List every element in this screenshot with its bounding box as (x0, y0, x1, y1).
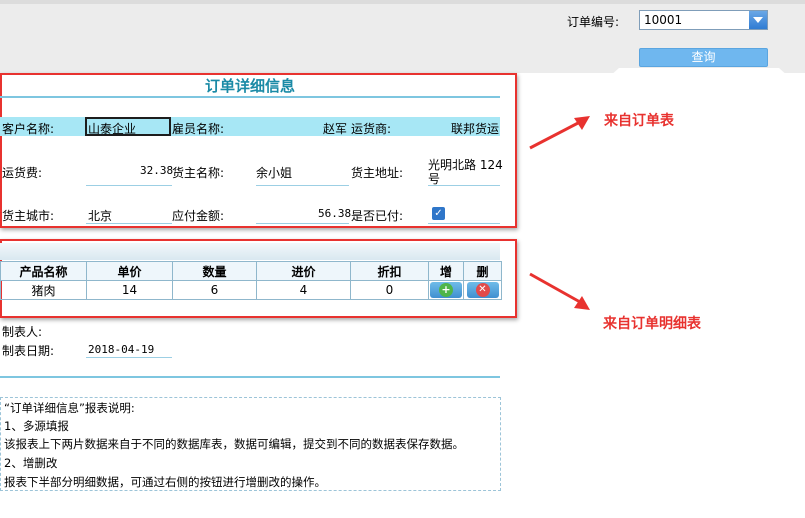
paid-label: 是否已付: (351, 209, 404, 223)
address-underline (428, 185, 500, 186)
order-row-highlight (0, 117, 500, 136)
close-icon: ✕ (475, 283, 490, 297)
employee-label: 雇员名称: (172, 122, 225, 136)
desc-line-3: 该报表上下两片数据来自于不同的数据库表，数据可编辑，提交到不同的数据表保存数据。 (4, 437, 464, 451)
desc-line-1: “订单详细信息”报表说明: (4, 401, 135, 415)
report-description: “订单详细信息”报表说明: 1、多源填报 该报表上下两片数据来自于不同的数据库表… (0, 397, 501, 491)
amount-value[interactable]: 56.38 (318, 207, 351, 220)
table-header-row: 产品名称 单价 数量 进价 折扣 增 删 (0, 261, 502, 281)
cell-product[interactable]: 猪肉 (0, 280, 87, 300)
freight-label: 运货费: (2, 166, 43, 180)
shipper-label: 运货商: (351, 122, 392, 136)
section-divider (0, 376, 500, 378)
col-discount: 折扣 (350, 261, 429, 281)
consignee-value[interactable]: 余小姐 (256, 164, 292, 181)
detail-header-band (0, 243, 500, 260)
from-detail-note: 来自订单明细表 (603, 316, 701, 332)
report-title: 订单详细信息 (204, 77, 295, 95)
cell-discount[interactable]: 0 (350, 280, 429, 300)
paid-checkbox[interactable]: ✓ (432, 207, 445, 220)
col-price: 单价 (86, 261, 173, 281)
from-order-note: 来自订单表 (604, 113, 674, 129)
date-value[interactable]: 2018-04-19 (88, 343, 154, 356)
query-button[interactable]: 查询 (639, 48, 768, 67)
table-row: 猪肉 14 6 4 0 + ✕ (0, 280, 502, 300)
cell-price[interactable]: 14 (86, 280, 173, 300)
arrow-icon (529, 272, 590, 310)
amount-label: 应付金额: (172, 209, 225, 223)
date-label: 制表日期: (2, 344, 55, 358)
maker-label: 制表人: (2, 325, 43, 339)
shipper-value[interactable]: 联邦货运 (451, 120, 499, 137)
address-label: 货主地址: (351, 166, 404, 180)
col-cost: 进价 (256, 261, 351, 281)
order-no-label: 订单编号: (567, 15, 620, 29)
order-no-value: 10001 (644, 13, 683, 27)
city-label: 货主城市: (2, 209, 55, 223)
col-qty: 数量 (172, 261, 257, 281)
cell-qty[interactable]: 6 (172, 280, 257, 300)
toolbar-notch (609, 68, 789, 77)
col-delete: 删 (463, 261, 502, 281)
city-underline (86, 223, 172, 224)
desc-line-5: 报表下半部分明细数据，可通过右侧的按钮进行增删改的操作。 (4, 475, 326, 489)
freight-underline (86, 185, 172, 186)
title-divider (0, 96, 500, 98)
city-value[interactable]: 北京 (88, 207, 112, 224)
col-product: 产品名称 (0, 261, 87, 281)
delete-row-button[interactable]: ✕ (466, 282, 499, 298)
arrow-icon (529, 116, 590, 150)
desc-line-4: 2、增删改 (4, 456, 58, 470)
order-no-select[interactable]: 10001 (639, 10, 768, 30)
amount-underline (256, 223, 349, 224)
cell-add: + (428, 280, 464, 300)
cell-delete: ✕ (463, 280, 502, 300)
employee-value[interactable]: 赵军 (323, 120, 347, 137)
customer-value: 山泰企业 (88, 122, 137, 136)
consignee-label: 货主名称: (172, 166, 225, 180)
col-add: 增 (428, 261, 464, 281)
desc-line-2: 1、多源填报 (4, 419, 69, 433)
paid-underline (428, 223, 500, 224)
plus-icon: + (439, 283, 453, 297)
query-toolbar: 订单编号: 10001 查询 (0, 0, 805, 77)
cell-cost[interactable]: 4 (256, 280, 351, 300)
chevron-down-icon[interactable] (749, 11, 767, 29)
customer-label: 客户名称: (2, 122, 55, 136)
freight-value[interactable]: 32.38 (140, 164, 173, 177)
consignee-underline (256, 185, 349, 186)
add-row-button[interactable]: + (430, 282, 462, 298)
order-detail-table: 产品名称 单价 数量 进价 折扣 增 删 猪肉 14 6 4 0 + ✕ (0, 261, 502, 300)
date-underline (86, 357, 172, 358)
